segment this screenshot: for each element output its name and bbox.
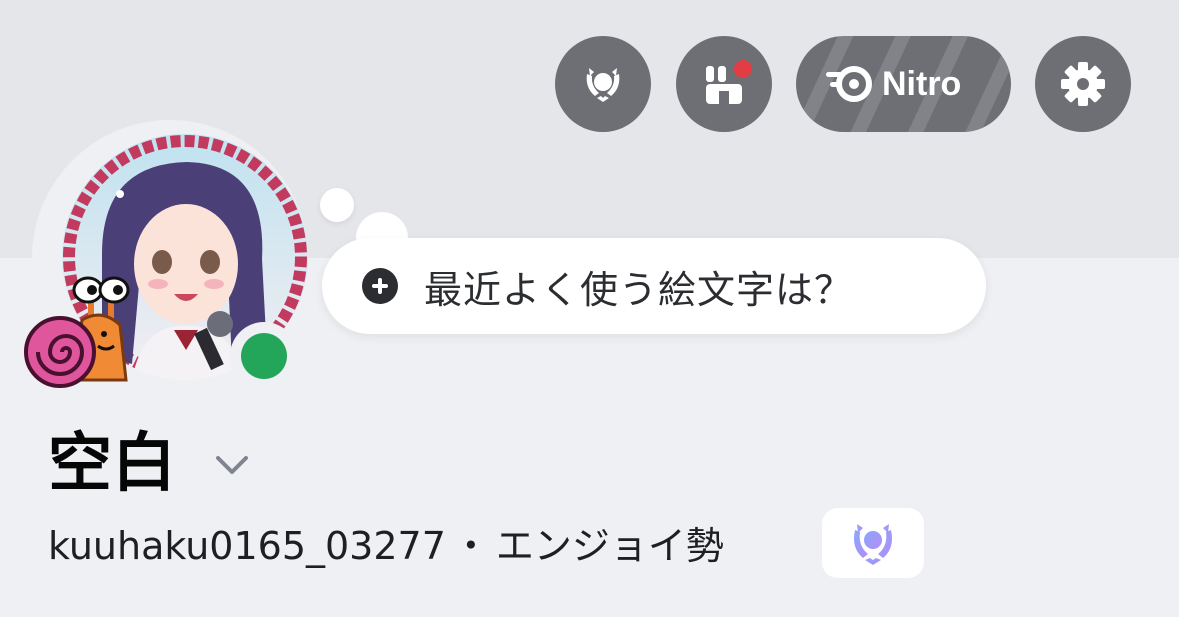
- chevron-down-icon[interactable]: [212, 448, 252, 480]
- status-indicator: [230, 322, 298, 390]
- settings-button[interactable]: [1035, 36, 1131, 132]
- pronoun-tag: エンジョイ勢: [495, 524, 724, 568]
- shop-button[interactable]: [676, 36, 772, 132]
- thought-bubble-dot-small: [320, 188, 354, 222]
- plus-icon: [362, 268, 398, 304]
- username-separator: ・: [451, 524, 490, 568]
- gear-icon: [1061, 62, 1105, 106]
- laurel-wreath-icon: [854, 524, 892, 565]
- badge-button[interactable]: [555, 36, 651, 132]
- nitro-label: Nitro: [882, 64, 962, 103]
- laurel-badge-icon: [586, 68, 620, 102]
- username-line: kuuhaku0165_03277 ・エンジョイ勢: [48, 518, 724, 574]
- username: kuuhaku0165_03277: [48, 524, 446, 568]
- profile-badge[interactable]: [822, 508, 924, 578]
- nitro-icon: [826, 66, 872, 102]
- nitro-button[interactable]: Nitro: [796, 36, 1011, 132]
- custom-status-prompt: 最近よく使う絵文字は？: [424, 267, 854, 312]
- display-name: 空白: [48, 427, 176, 501]
- notification-dot: [732, 58, 754, 80]
- online-status-dot: [241, 333, 287, 379]
- custom-status-bubble[interactable]: 最近よく使う絵文字は？: [322, 238, 986, 334]
- snail-avatar-decoration: [24, 276, 130, 388]
- profile-screen: Nitro 最近よく使う絵文字は？ 空白 kuuhaku0165_03277 ・…: [0, 0, 1179, 617]
